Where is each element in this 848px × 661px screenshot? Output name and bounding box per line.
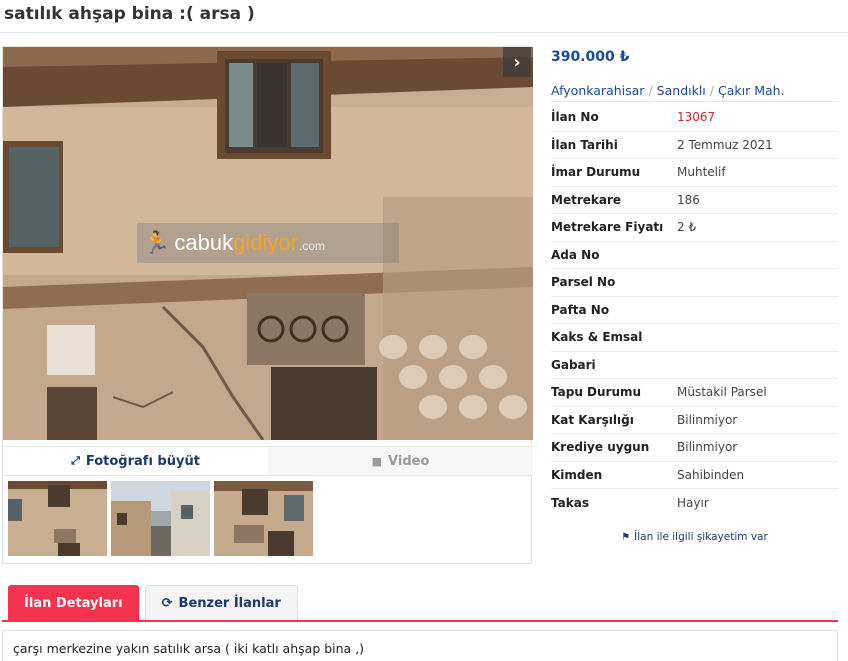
refresh-icon: ⟳ <box>161 596 173 611</box>
tab-enlarge-photo[interactable]: ⤢ Fotoğrafı büyüt <box>3 447 268 475</box>
detail-row-kimden: Kimden Sahibinden <box>551 462 838 489</box>
detail-key: İlan No <box>551 110 599 125</box>
tab-enlarge-label: Fotoğrafı büyüt <box>85 453 200 469</box>
detail-key: Takas <box>551 495 589 510</box>
detail-key: Ada No <box>551 247 600 262</box>
next-photo-button[interactable]: › <box>503 47 531 77</box>
tab-video[interactable]: ■ Video <box>268 447 533 475</box>
detail-row-pafta-no: Pafta No <box>551 297 838 324</box>
detail-row-gabari: Gabari <box>551 352 838 379</box>
detail-row-metrekare-fiyati: Metrekare Fiyatı 2 ₺ <box>551 214 838 242</box>
detail-row-takas: Takas Hayır <box>551 489 838 517</box>
detail-key: Kimden <box>551 467 603 482</box>
thumbnail-image <box>8 481 107 556</box>
listing-info: 390.000 ₺ Afyonkarahisar / Sandıklı / Çakır … <box>551 46 838 543</box>
photo-gallery: 🏃 cabukgidiyor .com › ⤢ Fotoğrafı büyüt … <box>2 46 533 564</box>
detail-value: Bilinmiyor <box>677 412 738 427</box>
watermark-brand-b: gidiyor <box>233 230 298 255</box>
runner-icon: 🏃 <box>143 230 171 256</box>
tab-similar-listings-label: Benzer İlanlar <box>178 596 281 611</box>
expand-icon: ⤢ <box>71 454 80 467</box>
detail-row-parsel-no: Parsel No <box>551 269 838 297</box>
detail-value: Muhtelif <box>677 165 726 180</box>
detail-row-ilan-tarihi: İlan Tarihi 2 Temmuz 2021 <box>551 132 838 159</box>
detail-key: İlan Tarihi <box>551 137 618 152</box>
thumbnail-3[interactable] <box>214 481 313 556</box>
tab-video-label: Video <box>388 453 430 469</box>
details-table: İlan No 13067 İlan Tarihi 2 Temmuz 2021 İm… <box>551 104 838 517</box>
detail-key: Tapu Durumu <box>551 385 642 400</box>
detail-row-ilan-no: İlan No 13067 <box>551 104 838 132</box>
complaint-label: İlan ile ilgili şikayetim var <box>634 530 768 543</box>
detail-value: Bilinmiyor <box>677 440 738 455</box>
detail-row-krediye-uygun: Krediye uygun Bilinmiyor <box>551 434 838 462</box>
detail-row-tapu-durumu: Tapu Durumu Müstakil Parsel <box>551 379 838 407</box>
tab-similar-listings[interactable]: ⟳ Benzer İlanlar <box>144 585 298 621</box>
thumbnail-1[interactable] <box>8 481 107 556</box>
breadcrumb-city[interactable]: Afyonkarahisar <box>551 83 644 98</box>
thumbnail-2[interactable] <box>111 481 210 556</box>
detail-row-metrekare: Metrekare 186 <box>551 187 838 214</box>
detail-key: İmar Durumu <box>551 165 641 180</box>
watermark-brand-a: cabuk <box>174 230 234 255</box>
title-divider <box>0 32 848 33</box>
thumbnail-image <box>214 481 313 556</box>
tabs-divider <box>2 620 838 622</box>
chevron-right-icon: › <box>513 51 521 73</box>
listing-tabs: İlan Detayları ⟳ Benzer İlanlar <box>8 585 298 621</box>
detail-value: 2 ₺ <box>677 220 697 235</box>
watermark: 🏃 cabukgidiyor .com <box>137 223 399 263</box>
photo-tabs: ⤢ Fotoğrafı büyüt ■ Video <box>3 446 533 476</box>
description-box: çarşı merkezine yakın satılık arsa ( iki… <box>2 630 838 661</box>
detail-row-kat-karsiligi: Kat Karşılığı Bilinmiyor <box>551 407 838 434</box>
detail-key: Gabari <box>551 357 596 372</box>
detail-value: Hayır <box>677 495 709 510</box>
breadcrumb-neighborhood[interactable]: Çakır Mah. <box>718 83 785 98</box>
tab-listing-details[interactable]: İlan Detayları <box>8 585 139 621</box>
detail-key: Metrekare <box>551 192 622 207</box>
detail-row-ada-no: Ada No <box>551 242 838 269</box>
tab-listing-details-label: İlan Detayları <box>24 595 123 611</box>
breadcrumb-district[interactable]: Sandıklı <box>657 83 706 98</box>
detail-row-kaks-emsal: Kaks & Emsal <box>551 324 838 352</box>
detail-key: Kat Karşılığı <box>551 412 634 427</box>
detail-key: Metrekare Fiyatı <box>551 220 664 235</box>
description-text: çarşı merkezine yakın satılık arsa ( iki… <box>13 641 365 656</box>
video-camera-icon: ■ <box>371 454 383 468</box>
page-title: satılık ahşap bina :( arsa ) <box>4 4 255 24</box>
flag-icon: ⚑ <box>621 531 631 543</box>
price: 390.000 ₺ <box>551 49 630 65</box>
detail-value: 13067 <box>677 110 716 125</box>
thumbnail-image <box>111 481 210 556</box>
main-photo[interactable]: 🏃 cabukgidiyor .com › <box>3 47 533 440</box>
detail-row-imar-durumu: İmar Durumu Muhtelif <box>551 159 838 187</box>
breadcrumb: Afyonkarahisar / Sandıklı / Çakır Mah. <box>551 80 838 102</box>
detail-value: Müstakil Parsel <box>677 385 767 400</box>
detail-value: 186 <box>677 192 700 207</box>
thumbnail-strip <box>8 481 313 556</box>
detail-key: Krediye uygun <box>551 440 650 455</box>
complaint-link[interactable]: ⚑ İlan ile ilgili şikayetim var <box>551 531 838 543</box>
watermark-tld: .com <box>298 239 325 253</box>
detail-key: Kaks & Emsal <box>551 330 643 345</box>
detail-key: Parsel No <box>551 275 616 290</box>
detail-value: Sahibinden <box>677 467 745 482</box>
detail-value: 2 Temmuz 2021 <box>677 137 773 152</box>
detail-key: Pafta No <box>551 302 610 317</box>
